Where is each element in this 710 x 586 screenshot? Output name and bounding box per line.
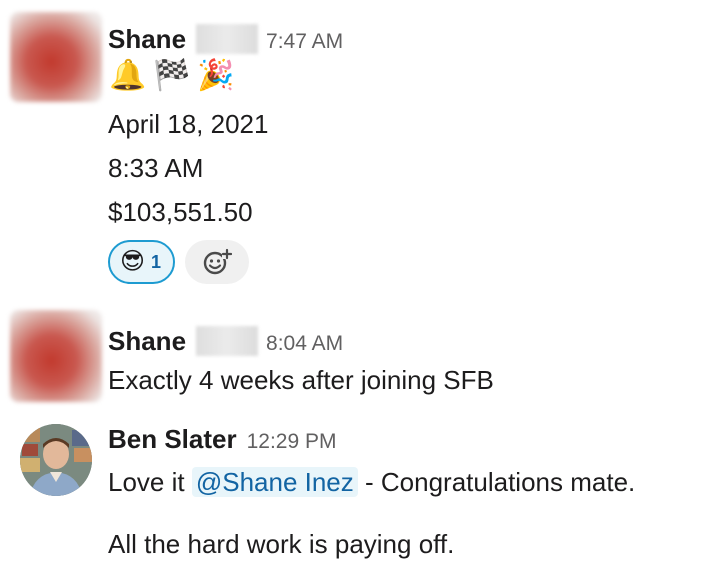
add-reaction-icon (203, 248, 233, 275)
message-2[interactable]: Shane 8:04 AM Exactly 4 weeks after join… (0, 300, 710, 410)
add-reaction-button[interactable] (185, 240, 250, 284)
message-line-time: 8:33 AM (108, 153, 204, 183)
bell-icon: 🔔 (109, 59, 147, 92)
author-name[interactable]: Ben Slater (108, 424, 237, 455)
timestamp[interactable]: 12:29 PM (247, 430, 337, 454)
reaction-sunglasses[interactable]: 😎 1 (108, 240, 176, 284)
message-header: Shane 7:47 AM (108, 18, 343, 55)
author-name[interactable]: Shane (108, 24, 186, 55)
reaction-count: 1 (151, 251, 162, 272)
checkered-flag-icon: 🏁 (153, 59, 191, 92)
text-before-mention: Love it (108, 467, 192, 497)
message-3[interactable]: Ben Slater 12:29 PM Love it @Shane Inez … (0, 410, 710, 586)
message-header: Ben Slater 12:29 PM (108, 424, 337, 455)
message-line-amount: $103,551.50 (108, 197, 253, 227)
message-line-date: April 18, 2021 (108, 109, 269, 139)
message-text: Exactly 4 weeks after joining SFB (108, 365, 494, 395)
redacted-surname (196, 24, 259, 54)
avatar[interactable] (20, 424, 92, 496)
timestamp[interactable]: 8:04 AM (266, 332, 343, 356)
redacted-surname (196, 326, 259, 356)
message-text-line-2: All the hard work is paying off. (108, 529, 455, 559)
message-1[interactable]: Shane 7:47 AM 🔔 🏁 🎉 April 18, 2021 8:33 … (0, 0, 710, 300)
emoji-sequence: 🔔 🏁 🎉 (108, 56, 236, 96)
message-header: Shane 8:04 AM (108, 320, 343, 357)
profile-photo-icon (20, 424, 92, 496)
reactions-bar: 😎 1 (108, 240, 250, 284)
party-popper-icon: 🎉 (197, 59, 235, 92)
author-name[interactable]: Shane (108, 326, 186, 357)
avatar[interactable] (10, 310, 102, 402)
text-after-mention: - Congratulations mate. (357, 467, 636, 497)
user-mention[interactable]: @Shane Inez (191, 467, 358, 497)
timestamp[interactable]: 7:47 AM (266, 30, 343, 54)
sunglasses-face-icon: 😎 (120, 248, 146, 275)
avatar[interactable] (10, 12, 102, 102)
message-text: Love it @Shane Inez - Congratulations ma… (108, 466, 635, 498)
